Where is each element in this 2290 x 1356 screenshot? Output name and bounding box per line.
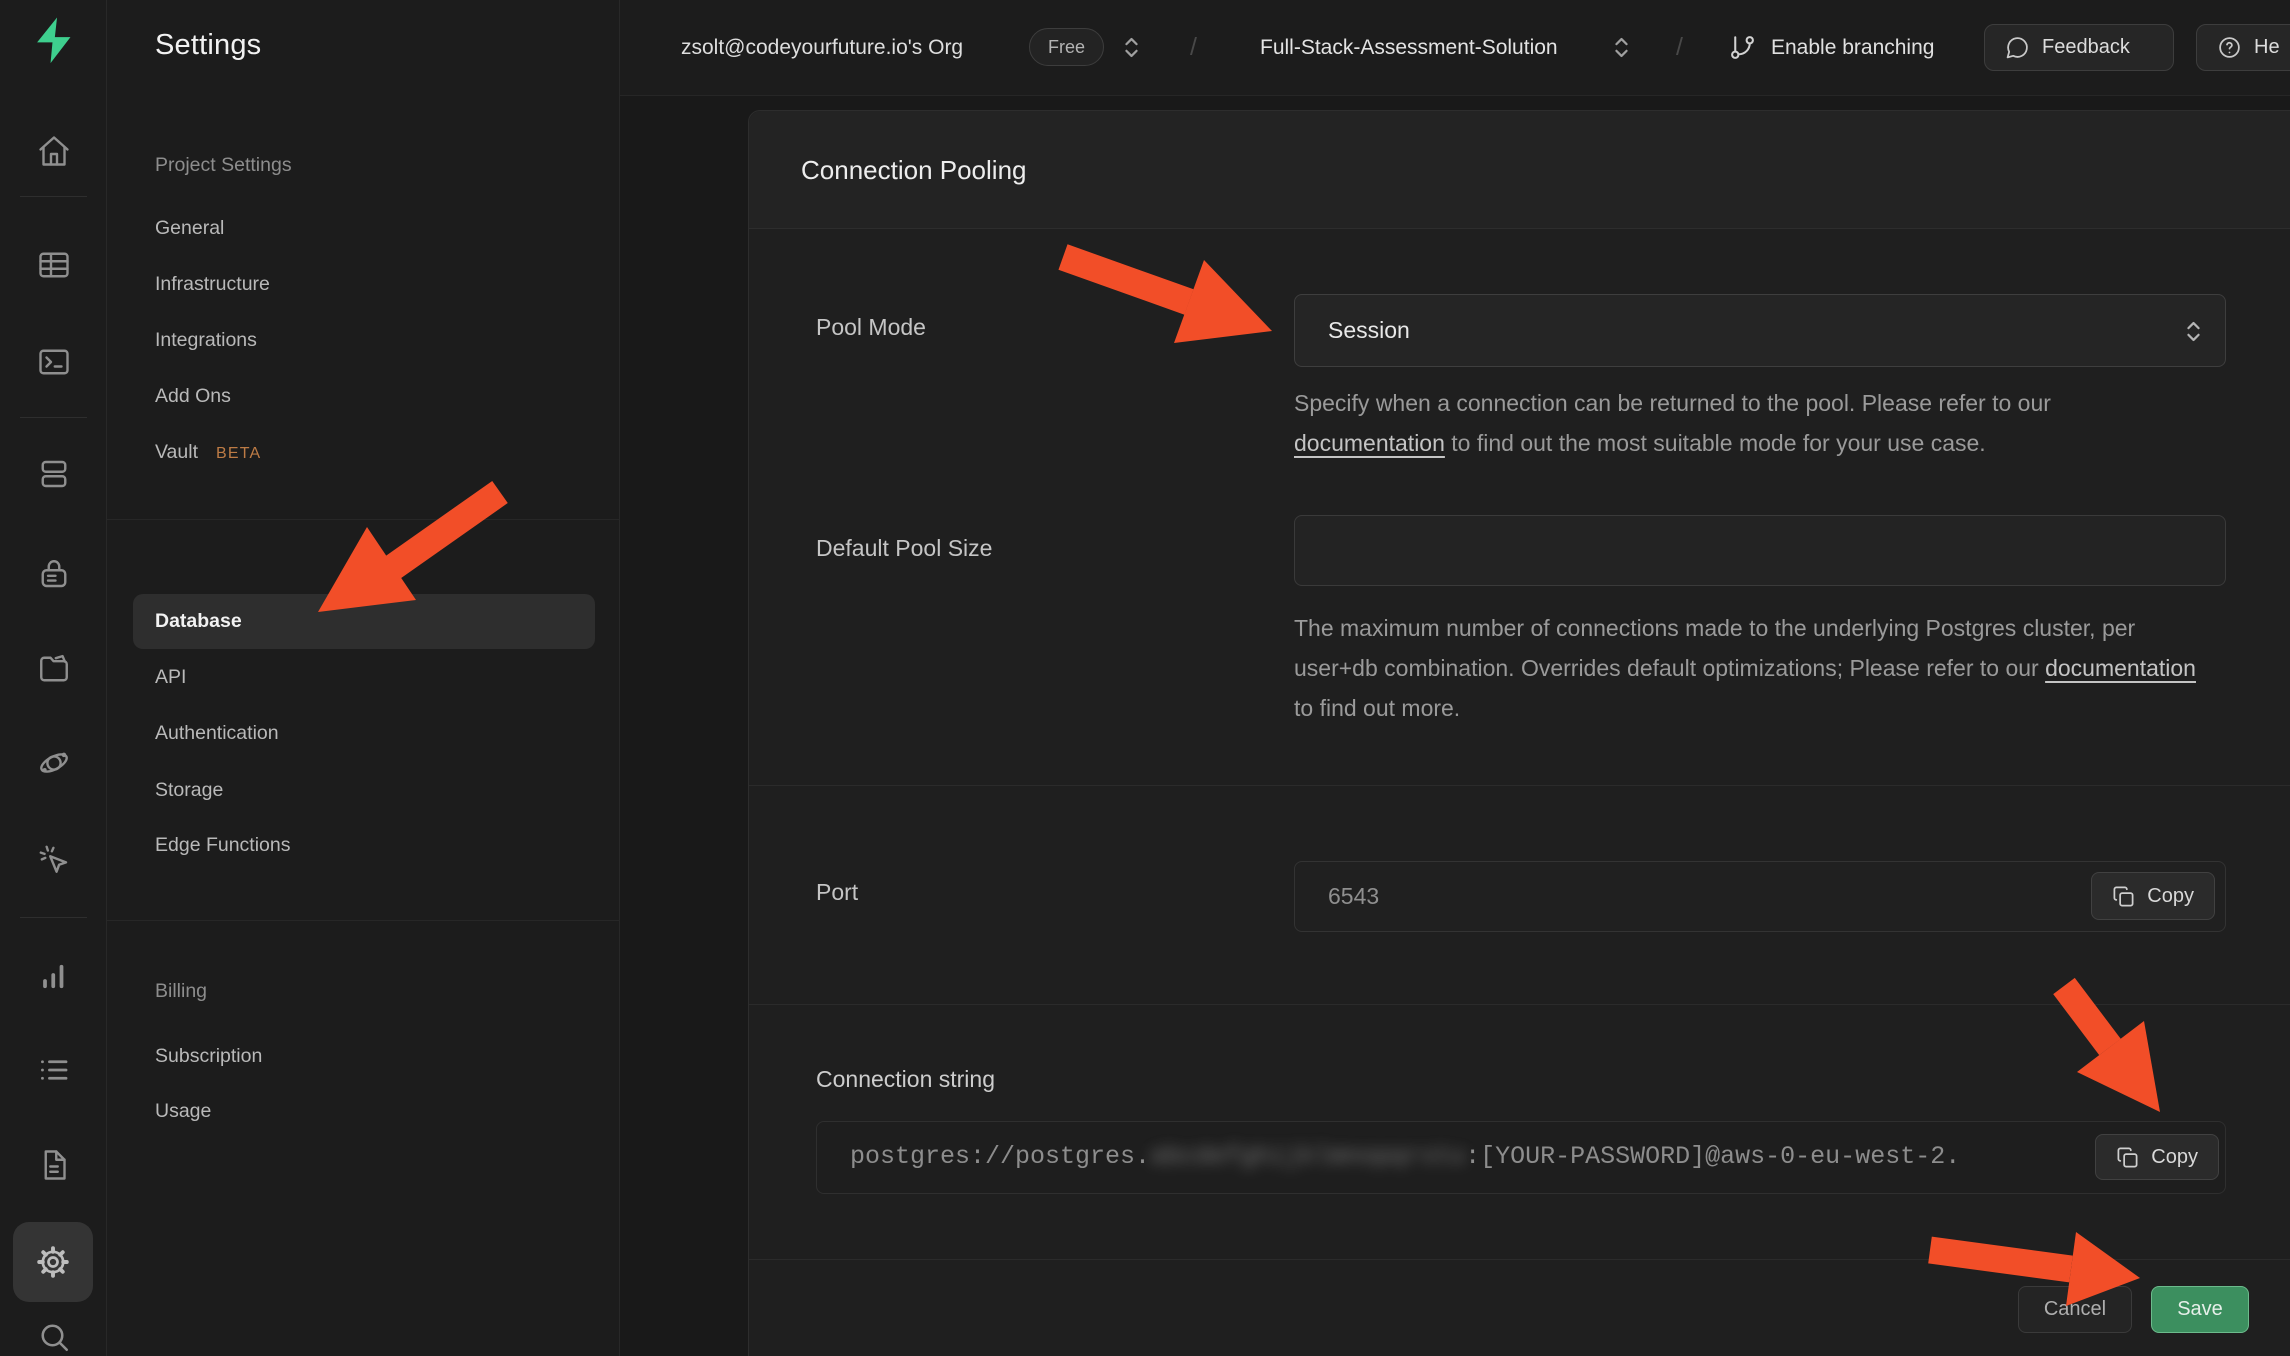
sidebar-item-storage[interactable]: Storage — [155, 776, 223, 804]
sidebar-item-general[interactable]: General — [155, 214, 224, 242]
default-pool-size-input[interactable] — [1294, 515, 2226, 586]
nav-divider — [107, 519, 620, 520]
gear-icon[interactable] — [35, 1244, 71, 1280]
pool-mode-label: Pool Mode — [816, 314, 926, 341]
sidebar-item-infrastructure[interactable]: Infrastructure — [155, 270, 270, 298]
sidebar-item-usage[interactable]: Usage — [155, 1097, 211, 1125]
page-title: Settings — [155, 29, 261, 62]
copy-label: Copy — [2147, 885, 2194, 908]
breadcrumb-separator: / — [1190, 0, 1197, 95]
chevron-up-down-icon — [2180, 318, 2207, 345]
database-label: Database — [155, 607, 242, 635]
nav-section-billing: Billing — [155, 977, 207, 1005]
default-pool-size-description: The maximum number of connections made t… — [1294, 608, 2204, 728]
supabase-settings-page: Settings Project Settings General Infras… — [0, 0, 2290, 1356]
chat-bubble-icon — [2005, 35, 2030, 60]
edge-functions-icon[interactable] — [36, 745, 72, 781]
help-circle-icon — [2217, 35, 2242, 60]
default-pool-size-label: Default Pool Size — [816, 535, 992, 562]
port-label: Port — [816, 879, 858, 906]
git-branch-icon — [1728, 33, 1757, 62]
project-breadcrumb[interactable]: Full-Stack-Assessment-Solution — [1260, 0, 1558, 95]
table-editor-icon[interactable] — [36, 247, 72, 283]
sidebar-item-subscription[interactable]: Subscription — [155, 1042, 262, 1070]
redacted-project-ref: abcdefghijklmnopqrstu — [1150, 1142, 1465, 1171]
vault-label: Vault — [155, 441, 198, 463]
rail-divider — [20, 196, 87, 197]
help-button[interactable]: He — [2196, 24, 2290, 71]
port-input: 6543 Copy — [1294, 861, 2226, 932]
enable-branching-button[interactable]: Enable branching — [1728, 0, 1934, 95]
footer-divider — [749, 1259, 2290, 1260]
connection-string-label: Connection string — [816, 1066, 995, 1093]
sidebar-item-vault[interactable]: Vault BETA — [155, 438, 261, 466]
port-value: 6543 — [1328, 883, 1379, 910]
advisors-pointer-icon[interactable] — [36, 842, 72, 878]
sidebar-item-api[interactable]: API — [155, 663, 186, 691]
docs-file-icon[interactable] — [36, 1147, 72, 1183]
rail-divider — [20, 417, 87, 418]
supabase-logo-icon[interactable] — [28, 14, 80, 66]
auth-lock-icon[interactable] — [36, 556, 72, 592]
pool-mode-select[interactable]: Session — [1294, 294, 2226, 367]
nav-section-project-settings: Project Settings — [155, 151, 292, 179]
storage-folder-icon[interactable] — [36, 651, 72, 687]
sidebar-item-database[interactable]: Database — [133, 594, 595, 649]
cancel-button[interactable]: Cancel — [2018, 1286, 2132, 1333]
sql-editor-icon[interactable] — [36, 344, 72, 380]
org-selector-icon[interactable] — [1118, 34, 1145, 61]
save-button[interactable]: Save — [2151, 1286, 2249, 1333]
copy-icon — [2116, 1146, 2139, 1169]
card-title: Connection Pooling — [801, 155, 1027, 186]
search-icon[interactable] — [36, 1319, 72, 1355]
section-divider — [749, 1004, 2290, 1005]
sidebar-item-edge-functions[interactable]: Edge Functions — [155, 831, 291, 859]
nav-divider — [107, 920, 620, 921]
settings-nav-panel: Settings Project Settings General Infras… — [107, 0, 620, 1356]
database-icon[interactable] — [36, 456, 72, 492]
rail-divider — [20, 917, 87, 918]
project-selector-icon[interactable] — [1608, 34, 1635, 61]
copy-label: Copy — [2151, 1146, 2198, 1169]
pool-mode-value: Session — [1328, 317, 1410, 344]
reports-chart-icon[interactable] — [36, 957, 72, 993]
breadcrumb-separator: / — [1676, 0, 1683, 95]
pool-mode-description: Specify when a connection can be returne… — [1294, 383, 2204, 463]
connection-string-box: postgres://postgres.abcdefghijklmnopqrst… — [816, 1121, 2226, 1194]
top-header: zsolt@codeyourfuture.io's Org Free / Ful… — [620, 0, 2290, 95]
feedback-button[interactable]: Feedback — [1984, 24, 2174, 71]
icon-rail — [0, 0, 107, 1356]
documentation-link[interactable]: documentation — [2045, 655, 2196, 681]
card-header: Connection Pooling — [749, 111, 2290, 229]
help-label: He — [2254, 36, 2280, 59]
sidebar-item-add-ons[interactable]: Add Ons — [155, 382, 231, 410]
documentation-link[interactable]: documentation — [1294, 430, 1445, 456]
section-divider — [749, 785, 2290, 786]
beta-badge: BETA — [216, 445, 261, 462]
connection-pooling-card: Connection Pooling Pool Mode Session Spe… — [748, 110, 2290, 1356]
feedback-label: Feedback — [2042, 36, 2130, 59]
home-icon[interactable] — [36, 133, 72, 169]
connection-string-copy-button[interactable]: Copy — [2095, 1134, 2219, 1180]
copy-icon — [2112, 885, 2135, 908]
org-breadcrumb[interactable]: zsolt@codeyourfuture.io's Org — [681, 0, 963, 95]
connection-string-value: postgres://postgres.abcdefghijklmnopqrst… — [850, 1142, 1960, 1171]
sidebar-item-authentication[interactable]: Authentication — [155, 719, 279, 747]
settings-active-highlight — [13, 1222, 93, 1302]
sidebar-item-integrations[interactable]: Integrations — [155, 326, 257, 354]
enable-branching-label: Enable branching — [1771, 36, 1934, 60]
plan-badge: Free — [1029, 28, 1104, 66]
port-copy-button[interactable]: Copy — [2091, 872, 2215, 920]
logs-list-icon[interactable] — [36, 1052, 72, 1088]
